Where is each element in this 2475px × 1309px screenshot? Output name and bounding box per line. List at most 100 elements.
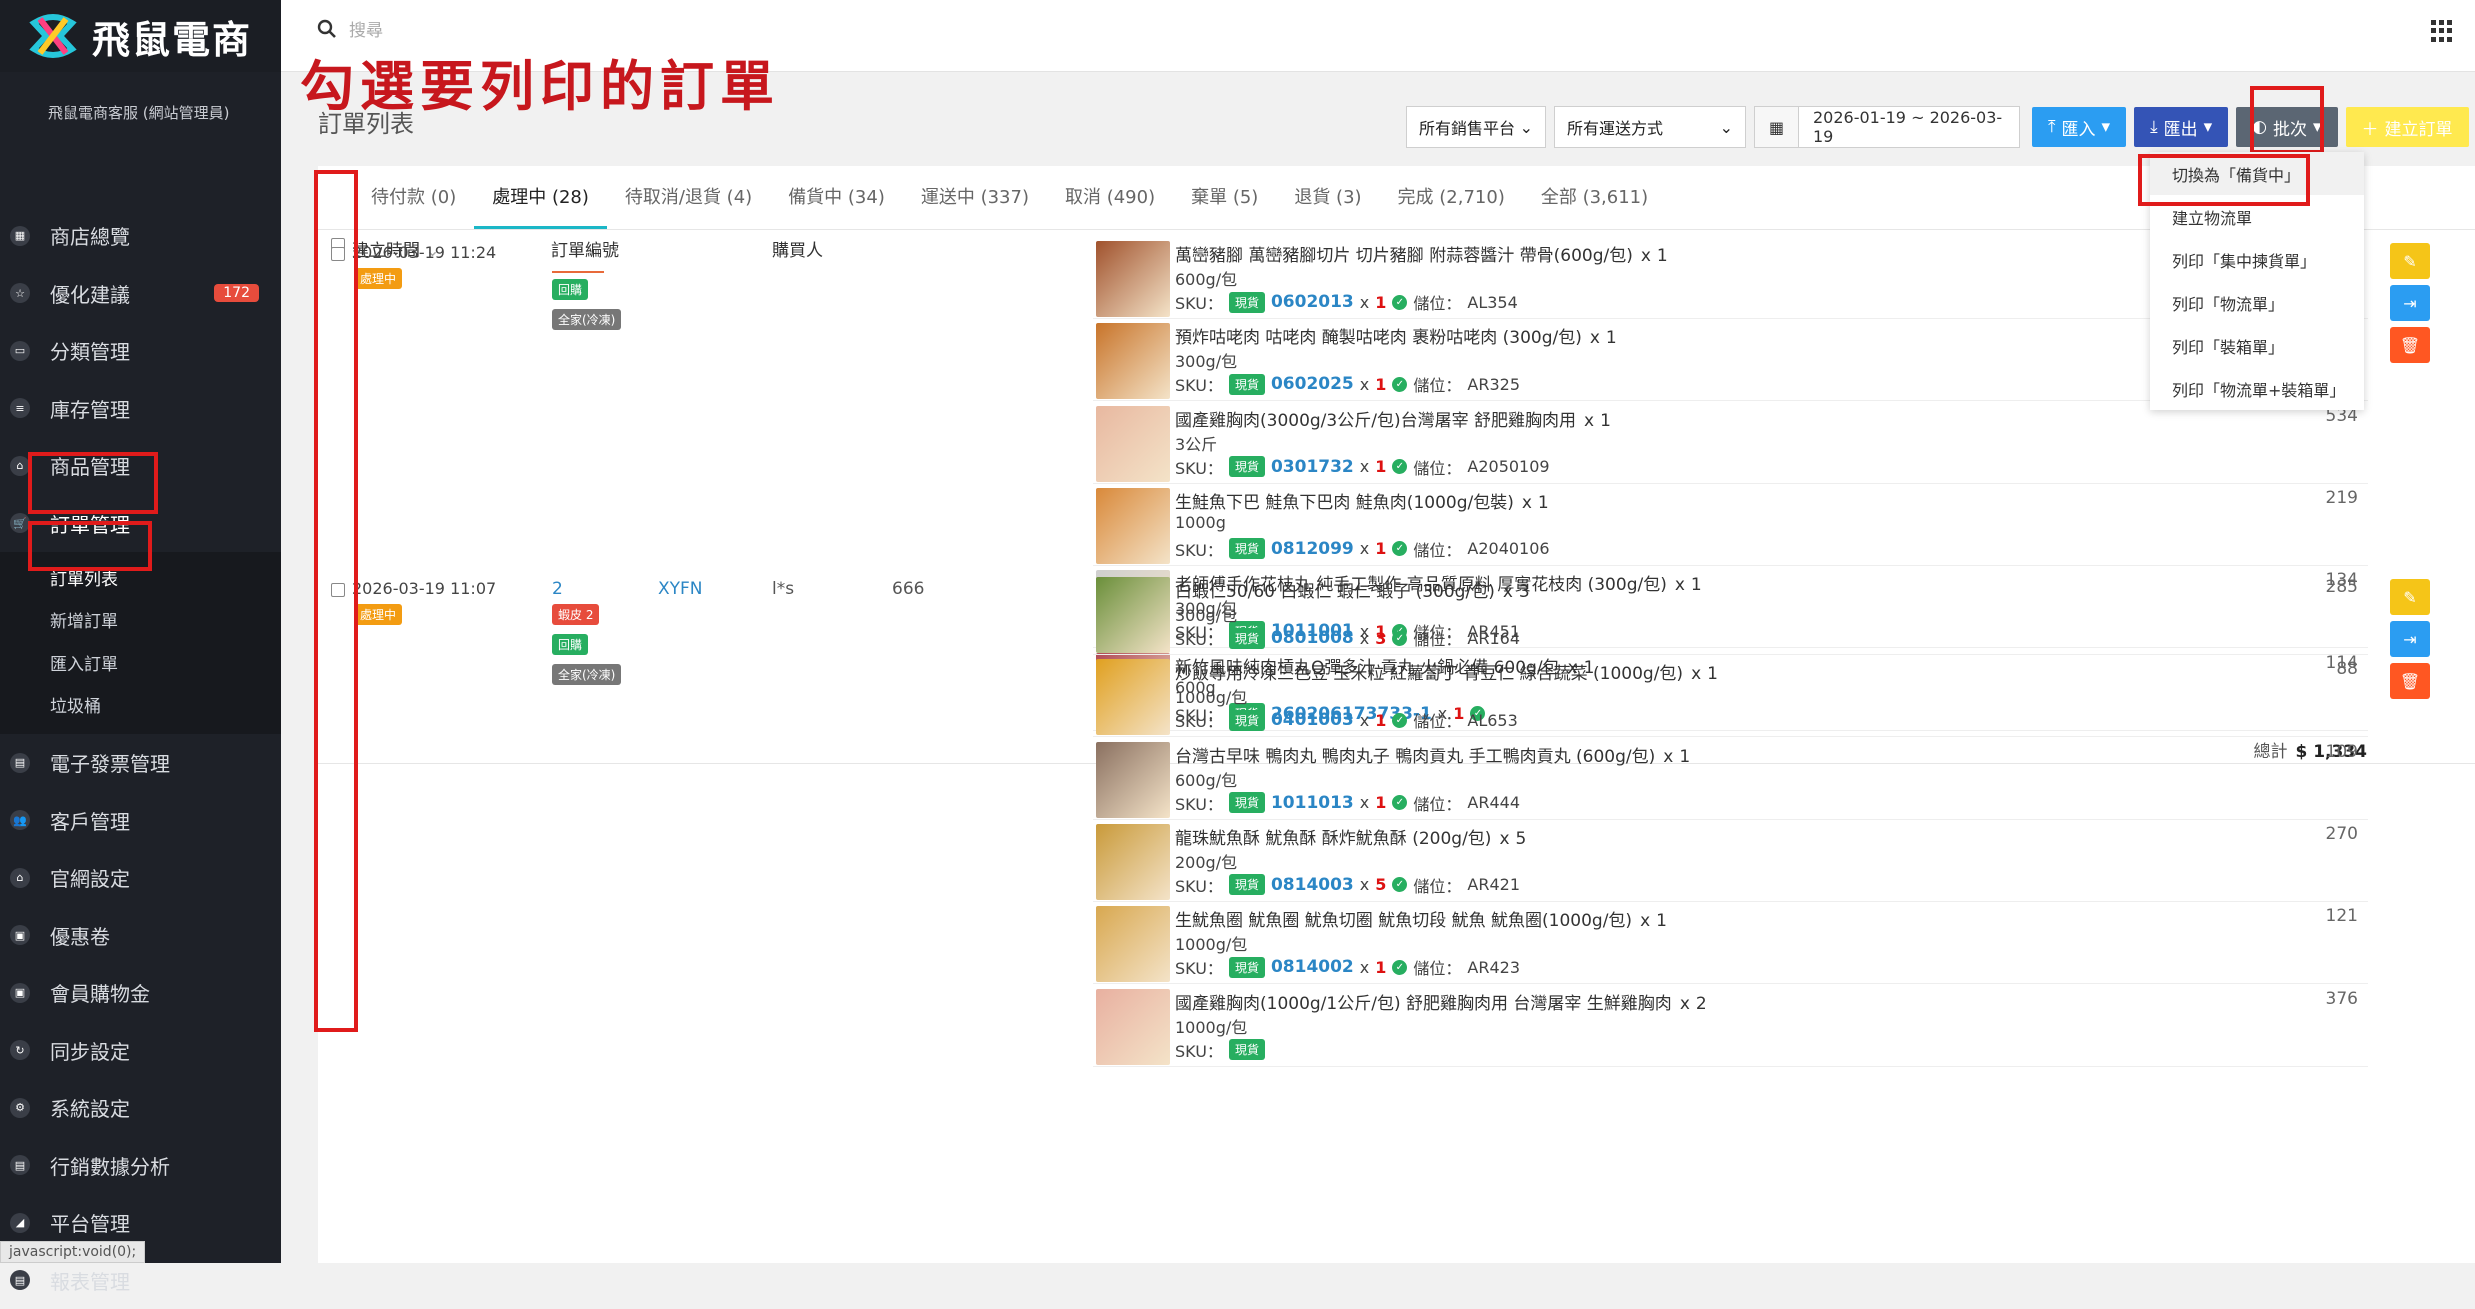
sidebar-item[interactable]: ⌂官網設定: [0, 849, 281, 907]
sidebar-item[interactable]: ≡庫存管理: [0, 380, 281, 438]
sidebar-item[interactable]: ▣優惠卷: [0, 907, 281, 965]
sku-code[interactable]: 0401003: [1271, 710, 1354, 730]
sidebar-item-label: 客戶管理: [50, 806, 130, 835]
date-range-value[interactable]: 2026-01-19 ~ 2026-03-19: [1799, 107, 2019, 147]
create-order-button[interactable]: ＋建立訂單: [2346, 107, 2469, 147]
delete-button[interactable]: 🗑: [2390, 327, 2430, 363]
product-thumbnail[interactable]: [1096, 241, 1170, 317]
sku-code[interactable]: 0814003: [1271, 875, 1354, 895]
sku-code[interactable]: 0602013: [1271, 292, 1354, 312]
product-thumbnail[interactable]: [1096, 824, 1170, 900]
product-thumbnail[interactable]: [1096, 742, 1170, 818]
batch-menu-item[interactable]: 列印「裝箱單」: [2150, 324, 2364, 367]
status-tab[interactable]: 退貨 (3): [1276, 183, 1379, 229]
status-tab[interactable]: 處理中 (28): [474, 183, 607, 229]
product-name[interactable]: 預炸咕咾肉 咕咾肉 醃製咕咾肉 裹粉咕咾肉 (300g/包)x1: [1175, 323, 1617, 348]
sidebar-item[interactable]: ▤電子發票管理: [0, 734, 281, 792]
sku-code[interactable]: 0602025: [1271, 374, 1354, 394]
sidebar-item[interactable]: ▤行銷數據分析: [0, 1137, 281, 1195]
product-name[interactable]: 生魷魚圈 魷魚圈 魷魚切圈 魷魚切段 魷魚 魷魚圈(1000g/包)x1: [1175, 906, 1667, 931]
submenu-item[interactable]: 垃圾桶: [0, 684, 281, 727]
edit-button[interactable]: ✎: [2390, 579, 2430, 615]
sidebar-item[interactable]: 👥客戶管理: [0, 792, 281, 850]
col-order-no: 訂單編號: [551, 236, 619, 261]
sidebar-item[interactable]: ▭分類管理: [0, 322, 281, 380]
qty-x: x: [1499, 829, 1509, 849]
sku-code[interactable]: 0301732: [1271, 457, 1354, 477]
ship-button[interactable]: ⇥: [2390, 621, 2430, 657]
sku-line: SKU：現貨0812099x1✓儲位：A2040106: [1175, 537, 1550, 561]
import-button[interactable]: ⤒匯入▾: [2032, 107, 2126, 147]
status-tab[interactable]: 運送中 (337): [903, 183, 1047, 229]
order-tag: 蝦皮 2: [552, 604, 599, 625]
product-thumbnail[interactable]: [1096, 488, 1170, 564]
edit-button[interactable]: ✎: [2390, 243, 2430, 279]
product-name[interactable]: 台灣古早味 鴨肉丸 鴨肉丸子 鴨肉貢丸 手工鴨肉貢丸 (600g/包)x1: [1175, 742, 1690, 767]
product-name[interactable]: 生鮭魚下巴 鮭魚下巴肉 鮭魚肉(1000g/包裝)x1: [1175, 488, 1549, 513]
shipping-select[interactable]: 所有運送方式⌄: [1554, 106, 1746, 148]
product-thumbnail[interactable]: [1096, 989, 1170, 1065]
product-thumbnail[interactable]: [1096, 577, 1170, 653]
sidebar-item[interactable]: ▣會員購物金: [0, 964, 281, 1022]
qty-x: x: [1360, 958, 1369, 977]
status-tab[interactable]: 棄單 (5): [1173, 183, 1276, 229]
qty-value: 2: [1696, 994, 1707, 1014]
order-number-underline: [552, 271, 604, 273]
sku-code[interactable]: 0801008: [1271, 628, 1354, 648]
sidebar-item[interactable]: ☆優化建議172: [0, 265, 281, 323]
delete-button[interactable]: 🗑: [2390, 663, 2430, 699]
qty-value: 1: [1707, 664, 1718, 684]
chevron-down-icon: ⌄: [1720, 118, 1733, 137]
sidebar-item[interactable]: ▦商店總覽: [0, 207, 281, 265]
product-unit: 1000g/包: [1175, 684, 1247, 708]
product-name[interactable]: 龍珠魷魚酥 魷魚酥 酥炸魷魚酥 (200g/包)x5: [1175, 824, 1526, 849]
product-thumbnail[interactable]: [1096, 406, 1170, 482]
order-number-suffix[interactable]: XYFN: [658, 579, 703, 599]
product-name-text: 國產雞胸肉(3000g/3公斤/包)台灣屠宰 舒肥雞胸肉用: [1175, 411, 1576, 431]
ship-button[interactable]: ⇥: [2390, 285, 2430, 321]
batch-menu-item[interactable]: 列印「物流單」: [2150, 281, 2364, 324]
brand-logo[interactable]: 飛鼠電商: [0, 0, 281, 72]
sync-icon: ↻: [10, 1040, 30, 1060]
status-tab[interactable]: 待付款 (0): [353, 183, 474, 229]
status-tab[interactable]: 全部 (3,611): [1523, 183, 1666, 229]
sku-code[interactable]: 0812099: [1271, 539, 1354, 559]
product-name[interactable]: 國產雞胸肉(3000g/3公斤/包)台灣屠宰 舒肥雞胸肉用x1: [1175, 406, 1611, 431]
location-prefix: 儲位：: [1413, 955, 1461, 979]
status-badge: 處理中: [354, 604, 402, 625]
sidebar-item-label: 平台管理: [50, 1208, 130, 1237]
batch-menu-item[interactable]: 列印「物流單+裝箱單」: [2150, 367, 2364, 410]
product-name[interactable]: 炒飯專用冷凍三色豆 玉米粒 紅蘿蔔丁 青豆仁 綜合蔬菜 (1000g/包)x1: [1175, 659, 1718, 684]
product-thumbnail[interactable]: [1096, 323, 1170, 399]
stock-badge: 現貨: [1229, 710, 1265, 731]
submenu-item[interactable]: 新增訂單: [0, 599, 281, 642]
status-tab[interactable]: 取消 (490): [1047, 183, 1173, 229]
download-icon: ⤓: [2150, 117, 2158, 137]
status-tab[interactable]: 備貨中 (34): [770, 183, 903, 229]
sku-prefix: SKU：: [1175, 955, 1223, 979]
qty-value: 5: [1516, 829, 1527, 849]
sidebar-item[interactable]: ⚙系統設定: [0, 1079, 281, 1137]
batch-menu-item[interactable]: 列印「集中揀貨單」: [2150, 238, 2364, 281]
sku-code[interactable]: 0814002: [1271, 957, 1354, 977]
export-button[interactable]: ⤓匯出▾: [2134, 107, 2228, 147]
sidebar-item[interactable]: ↻同步設定: [0, 1022, 281, 1080]
location-value: AL354: [1467, 293, 1517, 312]
product-name[interactable]: 國產雞胸肉(1000g/1公斤/包) 舒肥雞胸肉用 台灣屠宰 生鮮雞胸肉x2: [1175, 989, 1707, 1014]
status-tab[interactable]: 待取消/退貨 (4): [607, 183, 770, 229]
submenu-item[interactable]: 匯入訂單: [0, 641, 281, 684]
status-tab[interactable]: 完成 (2,710): [1380, 183, 1523, 229]
product-name[interactable]: 白蝦仁50/60 白蝦仁 蝦仁 蝦子 (300g/包)x3: [1175, 577, 1530, 602]
search-input[interactable]: 搜尋: [349, 16, 383, 41]
product-thumbnail[interactable]: [1096, 659, 1170, 735]
product-unit: 1000g: [1175, 513, 1226, 532]
product-name[interactable]: 萬巒豬腳 萬巒豬腳切片 切片豬腳 附蒜蓉醬汁 帶骨(600g/包)x1: [1175, 241, 1668, 266]
date-range-picker[interactable]: ▦ 2026-01-19 ~ 2026-03-19: [1754, 106, 2020, 148]
platform-icon: ◢: [10, 1213, 30, 1233]
apps-grid-icon[interactable]: [2431, 20, 2453, 42]
search-box[interactable]: 搜尋: [317, 16, 383, 41]
order-number[interactable]: 2: [552, 579, 563, 599]
platform-select[interactable]: 所有銷售平台⌄: [1406, 106, 1546, 148]
product-thumbnail[interactable]: [1096, 906, 1170, 982]
sku-code[interactable]: 1011013: [1271, 793, 1354, 813]
